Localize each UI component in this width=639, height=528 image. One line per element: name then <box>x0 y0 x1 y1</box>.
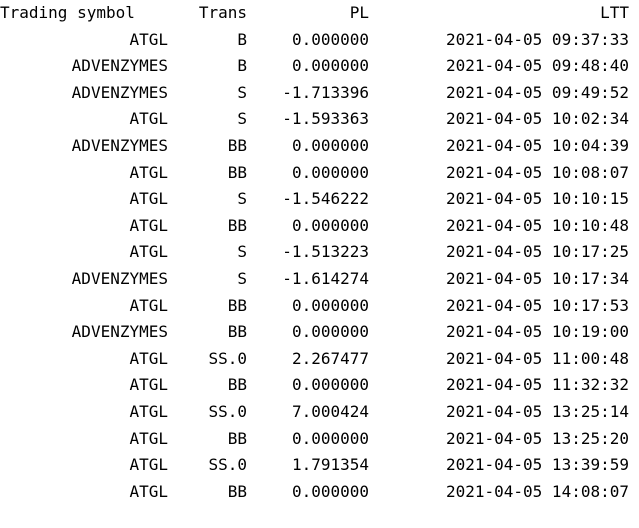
cell-pl: 0.000000 <box>291 375 369 395</box>
cell-pl: 0.000000 <box>291 428 369 448</box>
cell-trans: BB <box>227 428 247 448</box>
table-row: ATGL B 0.000000 2021-04-05 09:37:33 <box>0 27 639 54</box>
cell-trans: BB <box>227 162 247 182</box>
cell-ltt: 2021-04-05 10:08:07 <box>445 162 629 182</box>
cell-trans: BB <box>227 481 247 501</box>
cell-ltt: 2021-04-05 10:02:34 <box>445 109 629 129</box>
cell-trading-symbol: ATGL <box>129 375 168 395</box>
cell-trans: B <box>237 56 247 76</box>
cell-ltt: 2021-04-05 09:49:52 <box>445 82 629 102</box>
table-row: ATGL BB 0.000000 2021-04-05 10:17:53 <box>0 293 639 320</box>
cell-trans: SS.0 <box>208 348 247 368</box>
cell-trading-symbol: ATGL <box>129 295 168 315</box>
cell-trans: BB <box>227 215 247 235</box>
cell-trans: BB <box>227 135 247 155</box>
cell-trading-symbol: ADVENZYMES <box>71 268 168 288</box>
cell-ltt: 2021-04-05 13:39:59 <box>445 455 629 475</box>
cell-trans: SS.0 <box>208 455 247 475</box>
cell-pl: 0.000000 <box>291 135 369 155</box>
cell-trading-symbol: ADVENZYMES <box>71 322 168 342</box>
cell-pl: 1.791354 <box>291 455 369 475</box>
cell-ltt: 2021-04-05 10:17:34 <box>445 268 629 288</box>
cell-ltt: 2021-04-05 10:17:53 <box>445 295 629 315</box>
cell-ltt: 2021-04-05 14:08:07 <box>445 481 629 501</box>
cell-pl: -1.593363 <box>282 109 369 129</box>
table-row: ATGL SS.0 2.267477 2021-04-05 11:00:48 <box>0 346 639 373</box>
cell-trading-symbol: ATGL <box>129 428 168 448</box>
cell-ltt: 2021-04-05 11:32:32 <box>445 375 629 395</box>
cell-trans: SS.0 <box>208 401 247 421</box>
table-body: ATGL B 0.000000 2021-04-05 09:37:33 ADVENZYM… <box>0 27 639 506</box>
cell-trans: B <box>237 29 247 49</box>
cell-trans: S <box>237 268 247 288</box>
table-row: ATGL BB 0.000000 2021-04-05 11:32:32 <box>0 372 639 399</box>
table-row: ATGL BB 0.000000 2021-04-05 10:10:48 <box>0 213 639 240</box>
cell-trans: S <box>237 189 247 209</box>
cell-trading-symbol: ATGL <box>129 455 168 475</box>
cell-trading-symbol: ADVENZYMES <box>71 135 168 155</box>
table-row: ADVENZYMES BB 0.000000 2021-04-05 10:04:39 <box>0 133 639 160</box>
cell-trans: S <box>237 82 247 102</box>
cell-trading-symbol: ATGL <box>129 189 168 209</box>
cell-pl: -1.614274 <box>282 268 369 288</box>
table-row: ADVENZYMES S -1.713396 2021-04-05 09:49:52 <box>0 80 639 107</box>
cell-pl: 0.000000 <box>291 162 369 182</box>
table-row: ATGL BB 0.000000 2021-04-05 10:08:07 <box>0 160 639 187</box>
table-row: ADVENZYMES S -1.614274 2021-04-05 10:17:34 <box>0 266 639 293</box>
cell-ltt: 2021-04-05 13:25:14 <box>445 401 629 421</box>
cell-ltt: 2021-04-05 11:00:48 <box>445 348 629 368</box>
table-row: ATGL SS.0 7.000424 2021-04-05 13:25:14 <box>0 399 639 426</box>
cell-pl: 0.000000 <box>291 481 369 501</box>
cell-pl: 7.000424 <box>291 401 369 421</box>
cell-trans: BB <box>227 375 247 395</box>
cell-ltt: 2021-04-05 10:17:25 <box>445 242 629 262</box>
table-row: ADVENZYMES B 0.000000 2021-04-05 09:48:40 <box>0 53 639 80</box>
table-row: ATGL BB 0.000000 2021-04-05 14:08:07 <box>0 479 639 506</box>
cell-ltt: 2021-04-05 10:10:48 <box>445 215 629 235</box>
cell-trading-symbol: ATGL <box>129 348 168 368</box>
cell-trading-symbol: ATGL <box>129 242 168 262</box>
dataframe-output: Trading symbol Trans PL LTT ATGL B 0.00000… <box>0 0 639 505</box>
table-row: ATGL BB 0.000000 2021-04-05 13:25:20 <box>0 426 639 453</box>
cell-trans: BB <box>227 295 247 315</box>
header-ltt: LTT <box>600 3 629 22</box>
table-row: ATGL S -1.593363 2021-04-05 10:02:34 <box>0 106 639 133</box>
cell-pl: -1.713396 <box>282 82 369 102</box>
cell-pl: -1.513223 <box>282 242 369 262</box>
cell-pl: 0.000000 <box>291 322 369 342</box>
cell-pl: -1.546222 <box>282 189 369 209</box>
cell-pl: 2.267477 <box>291 348 369 368</box>
cell-ltt: 2021-04-05 09:48:40 <box>445 56 629 76</box>
cell-ltt: 2021-04-05 10:19:00 <box>445 322 629 342</box>
cell-ltt: 2021-04-05 10:10:15 <box>445 189 629 209</box>
cell-ltt: 2021-04-05 13:25:20 <box>445 428 629 448</box>
cell-trading-symbol: ADVENZYMES <box>71 56 168 76</box>
cell-trans: S <box>237 242 247 262</box>
cell-pl: 0.000000 <box>291 29 369 49</box>
cell-trading-symbol: ADVENZYMES <box>71 82 168 102</box>
cell-trans: S <box>237 109 247 129</box>
table-row: ATGL S -1.546222 2021-04-05 10:10:15 <box>0 186 639 213</box>
cell-trading-symbol: ATGL <box>129 162 168 182</box>
cell-pl: 0.000000 <box>291 215 369 235</box>
cell-trading-symbol: ATGL <box>129 401 168 421</box>
table-row: ATGL S -1.513223 2021-04-05 10:17:25 <box>0 239 639 266</box>
cell-trans: BB <box>227 322 247 342</box>
cell-trading-symbol: ATGL <box>129 481 168 501</box>
cell-pl: 0.000000 <box>291 295 369 315</box>
header-trading-symbol: Trading symbol <box>0 3 135 22</box>
table-row: ATGL SS.0 1.791354 2021-04-05 13:39:59 <box>0 452 639 479</box>
cell-trading-symbol: ATGL <box>129 215 168 235</box>
header-trans: Trans <box>198 3 247 22</box>
table-header-row: Trading symbol Trans PL LTT <box>0 0 639 27</box>
header-pl: PL <box>349 3 369 22</box>
cell-ltt: 2021-04-05 09:37:33 <box>445 29 629 49</box>
table-row: ADVENZYMES BB 0.000000 2021-04-05 10:19:00 <box>0 319 639 346</box>
cell-trading-symbol: ATGL <box>129 29 168 49</box>
cell-ltt: 2021-04-05 10:04:39 <box>445 135 629 155</box>
cell-pl: 0.000000 <box>291 56 369 76</box>
cell-trading-symbol: ATGL <box>129 109 168 129</box>
